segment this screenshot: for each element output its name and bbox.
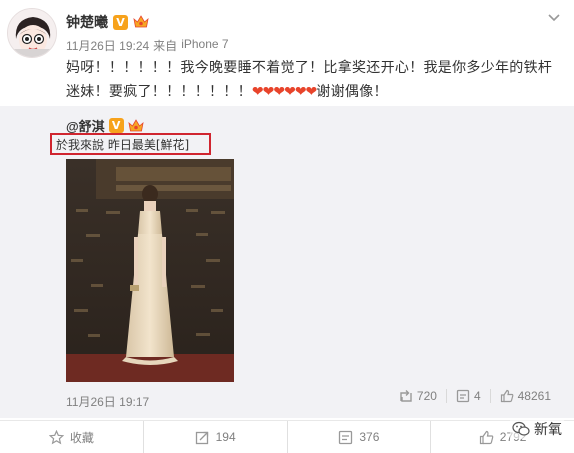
action-bar: 收藏 194 376 2792: [0, 420, 574, 453]
favorite-button[interactable]: 收藏: [0, 421, 143, 453]
retweet-photo[interactable]: [66, 159, 234, 382]
thumbs-up-icon: [500, 389, 513, 403]
comment-icon: [339, 430, 353, 444]
repost-icon: [195, 431, 208, 444]
vip-crown-icon: [128, 118, 144, 131]
post-source[interactable]: iPhone 7: [181, 37, 228, 54]
retweet-text: 於我來說 昨日最美[鮮花]: [56, 138, 190, 152]
author-avatar[interactable]: [7, 8, 57, 58]
post-body-end: 谢谢偶像！: [316, 84, 388, 100]
heart-emojis: ❤❤❤❤❤❤: [251, 84, 317, 100]
comment-button[interactable]: 376: [286, 421, 431, 453]
retweet-comment-count: 4: [473, 389, 481, 403]
retweet-comment-button[interactable]: 4: [445, 389, 490, 403]
retweet-repost-count: 720: [416, 389, 437, 403]
verified-badge-icon: V: [113, 14, 128, 30]
chevron-down-icon[interactable]: [547, 13, 561, 23]
watermark: 新氧: [510, 419, 564, 439]
retweet-stats: 720 4 48261: [390, 389, 560, 403]
retweet-like-button[interactable]: 48261: [489, 389, 560, 403]
author-name[interactable]: 钟楚曦: [66, 12, 108, 32]
star-icon: [48, 429, 64, 444]
wechat-logo-icon: [512, 421, 530, 436]
retweet-repost-button[interactable]: 720: [390, 389, 446, 403]
retweet-like-count: 48261: [517, 389, 551, 403]
post-text: 妈呀！！！！！！我今晚要睡不着觉了！比拿奖还开心！我是你多少年的铁杆迷妹！要疯了…: [66, 56, 561, 104]
vip-crown-icon: [133, 15, 149, 28]
retweet-box: @舒淇 V 於我來說 昨日最美[鮮花] 11月26日 19:17 720 4 4…: [0, 106, 574, 418]
comment-icon: [456, 389, 470, 403]
post-source-prefix: 来自: [153, 39, 178, 53]
author-row: 钟楚曦 V: [66, 12, 149, 32]
retweet-time[interactable]: 11月26日 19:17: [66, 393, 149, 410]
post-meta: 11月26日 19:24 来自 iPhone 7: [66, 37, 229, 54]
repost-button[interactable]: 194: [142, 421, 287, 453]
thumbs-up-icon: [479, 430, 494, 444]
watermark-text: 新氧: [534, 422, 562, 438]
favorite-label: 收藏: [69, 430, 94, 445]
post-time[interactable]: 11月26日 19:24: [66, 37, 149, 54]
verified-badge-icon: V: [108, 118, 124, 133]
comment-count: 376: [359, 430, 380, 444]
repost-icon: [400, 390, 412, 402]
weibo-post: 钟楚曦 V 11月26日 19:24 来自 iPhone 7 妈呀！！！！！！我…: [0, 0, 574, 453]
repost-count: 194: [215, 430, 236, 444]
